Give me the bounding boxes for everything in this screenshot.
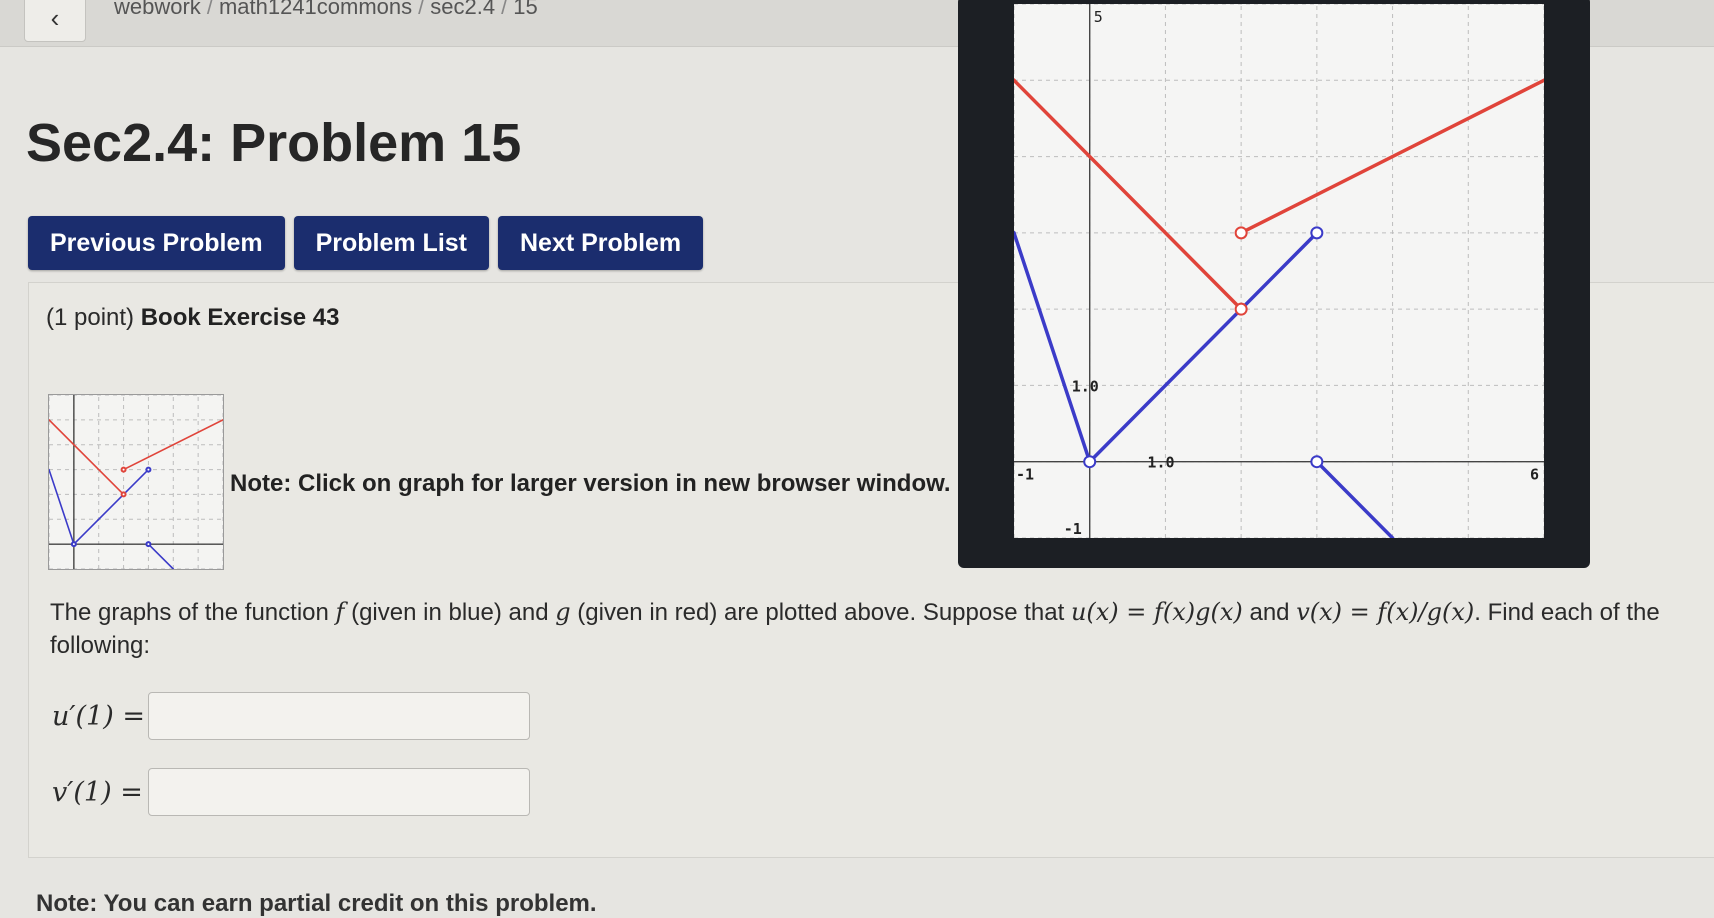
open-point [145,541,152,548]
chevron-left-icon: ‹ [50,2,60,33]
series-g-segment [1012,78,1243,311]
previous-problem-button[interactable]: Previous Problem [28,216,285,270]
breadcrumb-item[interactable]: math1241commons [219,0,412,19]
breadcrumb-item[interactable]: webwork [114,0,201,19]
next-problem-button[interactable]: Next Problem [498,216,704,270]
open-point [1234,302,1248,316]
graph-thumbnail[interactable] [48,394,224,570]
open-point [1310,455,1324,469]
x-tick-label: 1.0 [1147,454,1174,472]
open-point [120,491,127,498]
breadcrumb-item: 15 [513,0,538,19]
x-max-label: 6 [1530,466,1539,484]
answer-input-v[interactable] [148,768,530,816]
series-f-segment [48,468,75,545]
answer-label-u: u′(1) = [52,700,145,732]
bottom-note: Note: You can earn partial credit on thi… [36,890,597,917]
y-tick-label: 1.0 [1072,377,1099,395]
open-point [1083,455,1097,469]
problem-header: (1 point) Book Exercise 43 [46,304,340,332]
large-graph[interactable]: 5 1.0 1.0 -1 6 -1 [1012,3,1546,540]
answer-label-v: v′(1) = [52,776,143,808]
y-top-label: 5 [1094,8,1103,26]
answer-input-u[interactable] [148,692,530,740]
x-min-label: -1 [1016,466,1034,484]
problem-nav: Previous Problem Problem List Next Probl… [28,216,704,270]
open-point [1234,226,1248,240]
series-f-segment [1087,231,1319,464]
g-symbol: g [555,598,571,626]
series-f-segment [147,543,175,570]
series-g-segment [48,419,125,496]
series-f-segment [73,468,150,545]
f-symbol: f [335,598,345,626]
series-f-segment [1315,459,1395,540]
open-point [145,466,152,473]
v-definition: v(x) = f(x)/g(x) [1296,598,1475,626]
u-definition: u(x) = f(x)g(x) [1070,598,1243,626]
page-title: Sec2.4: Problem 15 [26,113,522,173]
points-label: (1 point) [46,304,135,331]
breadcrumb: webwork / math1241commons / sec2.4/15 [114,0,538,20]
thumbnail-chart [48,394,224,570]
graph-note: Note: Click on graph for larger version … [230,470,951,497]
problem-list-button[interactable]: Problem List [293,216,489,270]
open-point [70,541,77,548]
large-chart: 5 1.0 1.0 -1 6 -1 [1012,3,1546,540]
back-button[interactable]: ‹ [24,0,86,42]
problem-statement: The graphs of the function f (given in b… [50,598,1660,659]
answer-row-u: u′(1) = [52,692,530,740]
series-f-segment [1012,231,1092,464]
y-min-label: -1 [1064,520,1082,538]
answer-row-v: v′(1) = [52,768,530,816]
open-point [120,466,127,473]
breadcrumb-item[interactable]: sec2.4 [430,0,495,19]
open-point [1310,226,1324,240]
exercise-label: Book Exercise 43 [140,304,340,331]
